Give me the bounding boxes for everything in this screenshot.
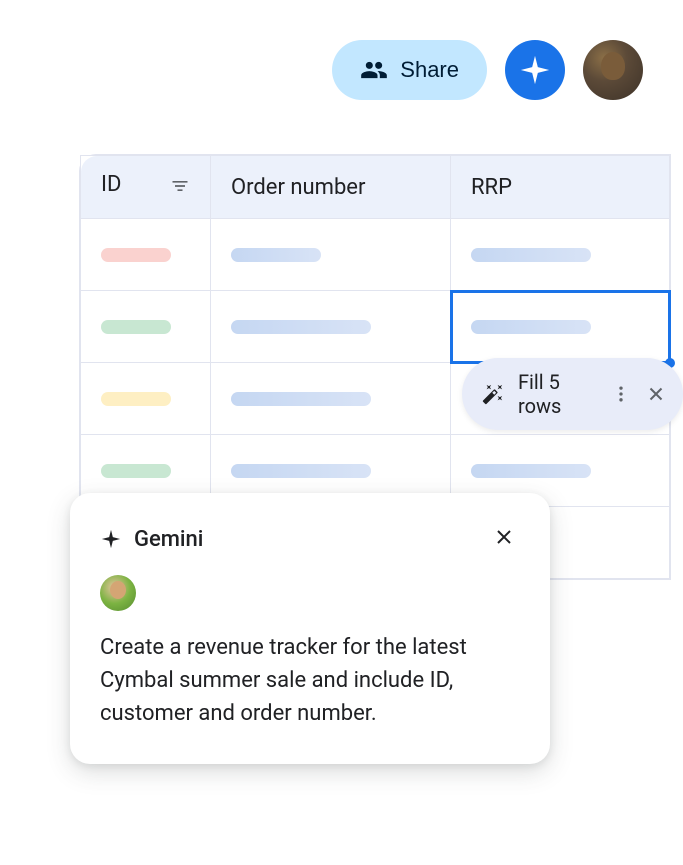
table-cell[interactable] bbox=[451, 219, 670, 291]
placeholder-pill bbox=[101, 320, 171, 334]
table-cell[interactable] bbox=[211, 219, 451, 291]
card-header: Gemini bbox=[100, 521, 520, 557]
placeholder-pill bbox=[101, 392, 171, 406]
column-header-rrp[interactable]: RRP bbox=[451, 156, 670, 219]
card-title: Gemini bbox=[134, 527, 203, 552]
chip-close-button[interactable] bbox=[645, 383, 667, 405]
table-cell[interactable] bbox=[81, 219, 211, 291]
placeholder-pill bbox=[231, 392, 371, 406]
fill-rows-chip: Fill 5 rows bbox=[462, 358, 683, 430]
placeholder-pill bbox=[101, 464, 171, 478]
close-icon bbox=[492, 525, 516, 549]
table-row bbox=[81, 219, 670, 291]
table-cell[interactable] bbox=[211, 291, 451, 363]
placeholder-pill bbox=[101, 248, 171, 262]
table-cell[interactable] bbox=[81, 291, 211, 363]
placeholder-pill bbox=[231, 248, 321, 262]
share-button[interactable]: Share bbox=[332, 40, 487, 100]
table-row bbox=[81, 291, 670, 363]
placeholder-pill bbox=[231, 320, 371, 334]
gemini-button[interactable] bbox=[505, 40, 565, 100]
sparkle-icon bbox=[100, 528, 122, 550]
gemini-prompt-card: Gemini Create a revenue tracker for the … bbox=[70, 493, 550, 764]
placeholder-pill bbox=[471, 464, 591, 478]
more-vert-icon bbox=[611, 384, 631, 404]
topbar: Share bbox=[332, 40, 643, 100]
sparkle-icon bbox=[518, 53, 552, 87]
magic-wand-icon bbox=[482, 383, 504, 405]
more-options-button[interactable] bbox=[611, 384, 631, 404]
user-avatar[interactable] bbox=[583, 40, 643, 100]
table-cell[interactable] bbox=[211, 363, 451, 435]
column-header-id[interactable]: ID bbox=[81, 156, 211, 219]
fill-rows-label[interactable]: Fill 5 rows bbox=[518, 370, 597, 418]
placeholder-pill bbox=[471, 320, 591, 334]
table-cell[interactable] bbox=[81, 363, 211, 435]
filter-icon[interactable] bbox=[170, 176, 190, 202]
prompt-author-avatar bbox=[100, 575, 136, 611]
table-cell-selected[interactable] bbox=[451, 291, 670, 363]
placeholder-pill bbox=[231, 464, 371, 478]
column-header-order[interactable]: Order number bbox=[211, 156, 451, 219]
card-close-button[interactable] bbox=[488, 521, 520, 557]
people-icon bbox=[360, 56, 388, 84]
prompt-text: Create a revenue tracker for the latest … bbox=[100, 631, 520, 730]
share-label: Share bbox=[400, 57, 459, 83]
table-header-row: ID Order number RRP bbox=[81, 156, 670, 219]
close-icon bbox=[645, 383, 667, 405]
placeholder-pill bbox=[471, 248, 591, 262]
